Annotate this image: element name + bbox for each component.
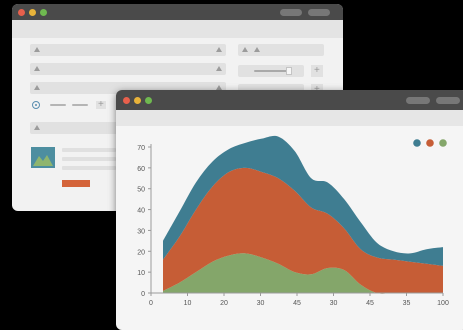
plus-icon: +	[98, 99, 104, 110]
x-tick-label: 30	[330, 300, 338, 307]
minimize-icon[interactable]	[134, 97, 141, 104]
dropdown-field[interactable]	[238, 44, 324, 56]
x-tick-label: 10	[184, 300, 192, 307]
dropdown-field[interactable]	[30, 122, 130, 134]
plus-icon: +	[314, 65, 320, 76]
titlebar-button[interactable]	[308, 9, 330, 16]
legend-swatch	[439, 139, 447, 147]
triangle-icon	[254, 47, 260, 52]
x-tick-label: 20	[220, 300, 228, 307]
chart-legend	[413, 139, 447, 147]
y-tick-label: 50	[137, 187, 145, 194]
triangle-icon	[34, 85, 40, 90]
window-toolbar	[12, 20, 343, 38]
minimize-icon[interactable]	[29, 9, 36, 16]
zoom-icon[interactable]	[40, 9, 47, 16]
dropdown-field[interactable]	[30, 63, 226, 75]
legend-swatch	[426, 139, 434, 147]
close-icon[interactable]	[123, 97, 130, 104]
area-chart: 0 10 20 30 40 50 60 70 0 10 20 30 45 30 45 35 100	[137, 135, 449, 307]
x-tick-label: 30	[257, 300, 265, 307]
plus-button[interactable]: +	[311, 65, 323, 77]
divider-line	[50, 104, 66, 106]
chart-window: 0 10 20 30 40 50 60 70 0 10 20 30 45 30 45 35 100	[116, 90, 463, 330]
x-tick-label: 35	[403, 300, 411, 307]
y-tick-label: 40	[137, 208, 145, 215]
x-tick-label: 45	[293, 300, 301, 307]
x-tick-label: 0	[149, 300, 153, 307]
triangle-icon	[216, 66, 222, 71]
window-titlebar	[116, 90, 463, 110]
y-tick-label: 20	[137, 249, 145, 256]
triangle-icon	[34, 47, 40, 52]
triangle-icon	[216, 47, 222, 52]
close-icon[interactable]	[18, 9, 25, 16]
plus-button[interactable]: +	[96, 99, 106, 110]
x-tick-label: 100	[437, 300, 449, 307]
legend-swatch	[413, 139, 421, 147]
dropdown-field[interactable]	[30, 44, 226, 56]
titlebar-button[interactable]	[436, 97, 460, 104]
action-button[interactable]	[62, 180, 90, 187]
divider-line	[72, 104, 88, 106]
zoom-icon[interactable]	[145, 97, 152, 104]
text-placeholder	[62, 148, 116, 152]
image-thumbnail-icon	[31, 147, 55, 168]
text-placeholder	[62, 166, 116, 170]
titlebar-button[interactable]	[406, 97, 430, 104]
y-tick-label: 70	[137, 145, 145, 152]
radio-icon[interactable]	[32, 101, 40, 109]
y-tick-label: 10	[137, 270, 145, 277]
y-tick-label: 30	[137, 228, 145, 235]
window-toolbar	[116, 110, 463, 126]
triangle-icon	[34, 66, 40, 71]
triangle-icon	[242, 47, 248, 52]
slider[interactable]	[238, 65, 304, 77]
triangle-icon	[34, 125, 40, 130]
y-tick-label: 60	[137, 166, 145, 173]
titlebar-button[interactable]	[280, 9, 302, 16]
slider-thumb[interactable]	[286, 67, 292, 75]
window-titlebar	[12, 4, 343, 20]
text-placeholder	[62, 157, 116, 161]
slider-track	[254, 70, 288, 72]
x-tick-label: 45	[366, 300, 374, 307]
y-tick-label: 0	[141, 291, 145, 298]
